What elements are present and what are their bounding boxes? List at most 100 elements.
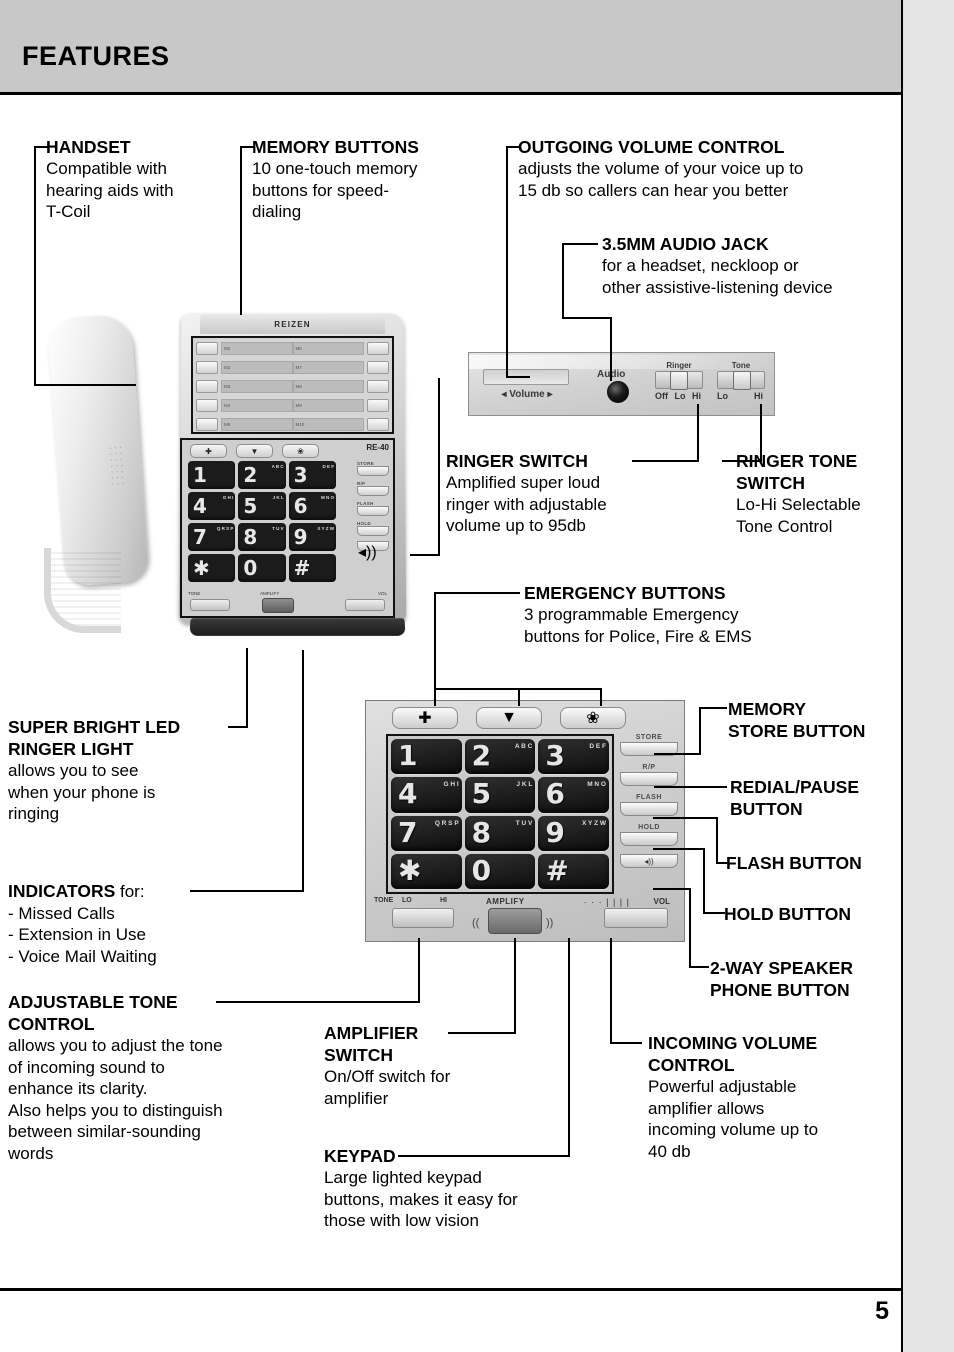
callout-indicators-title-suffix: for: [115, 882, 145, 901]
speaker-wave-left-icon: (( [472, 917, 480, 929]
memory-button[interactable] [367, 398, 389, 412]
key-digit: # [545, 853, 569, 887]
tone-switch-track[interactable] [717, 371, 765, 390]
audio-jack-port[interactable] [607, 381, 629, 403]
tone-switch-closeup[interactable] [392, 908, 454, 928]
keypad-key-7[interactable]: 7 Q R S P [391, 815, 462, 851]
volume-label-closeup: VOL [653, 897, 670, 906]
callout-amplifier: AMPLIFIER SWITCH On/Off switch for ampli… [324, 1022, 514, 1109]
emergency-button-police-closeup[interactable]: ▼ [476, 707, 542, 729]
ringer-switch-group[interactable]: Ringer Off Lo Hi [655, 361, 703, 401]
key-4[interactable]: 4 G H I [188, 492, 236, 520]
speaker-icon[interactable]: ◂)) [620, 854, 678, 868]
speaker-icon[interactable]: ◂)) [357, 541, 389, 561]
redial-pause-button-cap[interactable] [357, 486, 389, 496]
leader-hold [653, 848, 705, 850]
amplify-label-closeup: AMPLIFY [486, 897, 525, 906]
keypad-key-6[interactable]: 6 M N O [538, 777, 609, 813]
keypad-key-5[interactable]: 5 J K L [464, 777, 536, 813]
key-2[interactable]: 2 A B C [238, 461, 286, 489]
flash-button-cap[interactable] [620, 802, 678, 816]
key-star[interactable]: ✱ [188, 554, 236, 582]
callout-incoming-volume-body: Powerful adjustable amplifier allows inc… [648, 1077, 819, 1161]
phone-handset[interactable] [46, 313, 150, 587]
phone-bottom-controls: TONE AMPLIFY VOL [186, 589, 391, 613]
keypad-key-2[interactable]: 2 A B C [464, 739, 536, 775]
flash-button-cap[interactable] [357, 506, 389, 516]
amplify-button[interactable] [262, 598, 294, 613]
key-0[interactable]: 0 [238, 554, 286, 582]
keypad-key-1[interactable]: 1 [391, 739, 462, 775]
ringer-switch-knob[interactable] [670, 371, 688, 390]
hold-button[interactable]: HOLD [357, 521, 389, 536]
memory-label: M4 [221, 398, 293, 412]
key-pound[interactable]: # [288, 554, 336, 582]
callout-memory-buttons-body: 10 one-touch memory buttons for speed- d… [252, 159, 418, 222]
key-digit: 7 [193, 525, 207, 549]
tone-switch-knob[interactable] [733, 371, 751, 390]
tone-switch-positions: Lo Hi [717, 391, 763, 401]
volume-ticks: · · · | | | | [583, 897, 630, 907]
store-button[interactable]: STORE [357, 461, 389, 476]
callout-audio-jack-body: for a headset, neckloop or other assisti… [602, 256, 833, 297]
keypad-key-0[interactable]: 0 [464, 853, 536, 889]
flash-button[interactable]: FLASH [357, 501, 389, 516]
store-button-cap[interactable] [357, 466, 389, 476]
callout-handset: HANDSET Compatible with hearing aids wit… [46, 136, 226, 223]
memory-button[interactable] [196, 341, 218, 355]
memory-button[interactable] [367, 379, 389, 393]
keypad-key-8[interactable]: 8 T U V [464, 815, 536, 851]
key-letters: M N O [320, 495, 334, 500]
ringer-switch-label: Ringer [666, 361, 692, 370]
hold-button-closeup[interactable]: HOLD [620, 824, 678, 846]
key-3[interactable]: 3 D E F [288, 461, 336, 489]
hold-button-cap[interactable] [620, 832, 678, 846]
tone-switch[interactable] [190, 599, 230, 611]
keypad-key-4[interactable]: 4 G H I [391, 777, 462, 813]
key-1[interactable]: 1 [188, 461, 236, 489]
emergency-button-medical-closeup[interactable]: ✚ [392, 707, 458, 729]
model-label: RE-40 [366, 443, 389, 452]
memory-label: M6 [292, 341, 364, 355]
redial-pause-button-closeup[interactable]: R/P [620, 764, 678, 786]
keypad-key-9[interactable]: 9 X Y Z W [538, 815, 609, 851]
speakerphone-button[interactable]: ◂)) [357, 541, 389, 561]
flash-button-closeup[interactable]: FLASH [620, 794, 678, 816]
keypad-key-3[interactable]: 3 D E F [538, 739, 609, 775]
keypad-key-star[interactable]: ✱ [391, 853, 462, 889]
key-5[interactable]: 5 J K L [238, 492, 286, 520]
emergency-button-medical[interactable]: ✚ [190, 444, 227, 458]
speakerphone-button-closeup[interactable]: ◂)) [620, 854, 678, 868]
leader-speakerphone [653, 888, 691, 890]
memory-button[interactable] [196, 360, 218, 374]
emergency-button-fire[interactable]: ❀ [282, 444, 319, 458]
amplify-button-closeup[interactable] [488, 908, 542, 934]
memory-button[interactable] [367, 417, 389, 431]
callout-ringer-switch-body: Amplified super loud ringer with adjusta… [446, 473, 607, 536]
key-letters: X Y Z W [317, 526, 334, 531]
keypad-key-pound[interactable]: # [538, 853, 609, 889]
key-8[interactable]: 8 T U V [238, 523, 286, 551]
redial-pause-button-cap[interactable] [620, 772, 678, 786]
phone-keypad-block: RE-40 ✚ ▼ ❀ 1 2 A B C 3 D E F 4 G H I 5 J K … [180, 438, 395, 618]
leader-outgoing-volume [506, 376, 530, 378]
key-7[interactable]: 7 Q R S P [188, 523, 236, 551]
memory-button[interactable] [196, 379, 218, 393]
emergency-button-fire-closeup[interactable]: ❀ [560, 707, 626, 729]
volume-slider-closeup[interactable] [604, 908, 668, 928]
key-6[interactable]: 6 M N O [288, 492, 336, 520]
key-digit: 0 [243, 556, 258, 580]
hold-button-cap[interactable] [357, 526, 389, 536]
side-panel-illustration: ◂ Volume ▸ Audio Ringer Off Lo Hi Tone L… [468, 352, 775, 416]
memory-button[interactable] [196, 417, 218, 431]
memory-button[interactable] [196, 398, 218, 412]
key-digit: 7 [398, 815, 418, 849]
redial-pause-button[interactable]: R/P [357, 481, 389, 496]
volume-slider[interactable] [345, 599, 385, 611]
memory-button[interactable] [367, 341, 389, 355]
ringer-switch-track[interactable] [655, 371, 703, 390]
key-9[interactable]: 9 X Y Z W [288, 523, 336, 551]
ringer-tone-switch-group[interactable]: Tone Lo Hi [717, 361, 765, 401]
emergency-button-police[interactable]: ▼ [236, 444, 273, 458]
memory-button[interactable] [367, 360, 389, 374]
